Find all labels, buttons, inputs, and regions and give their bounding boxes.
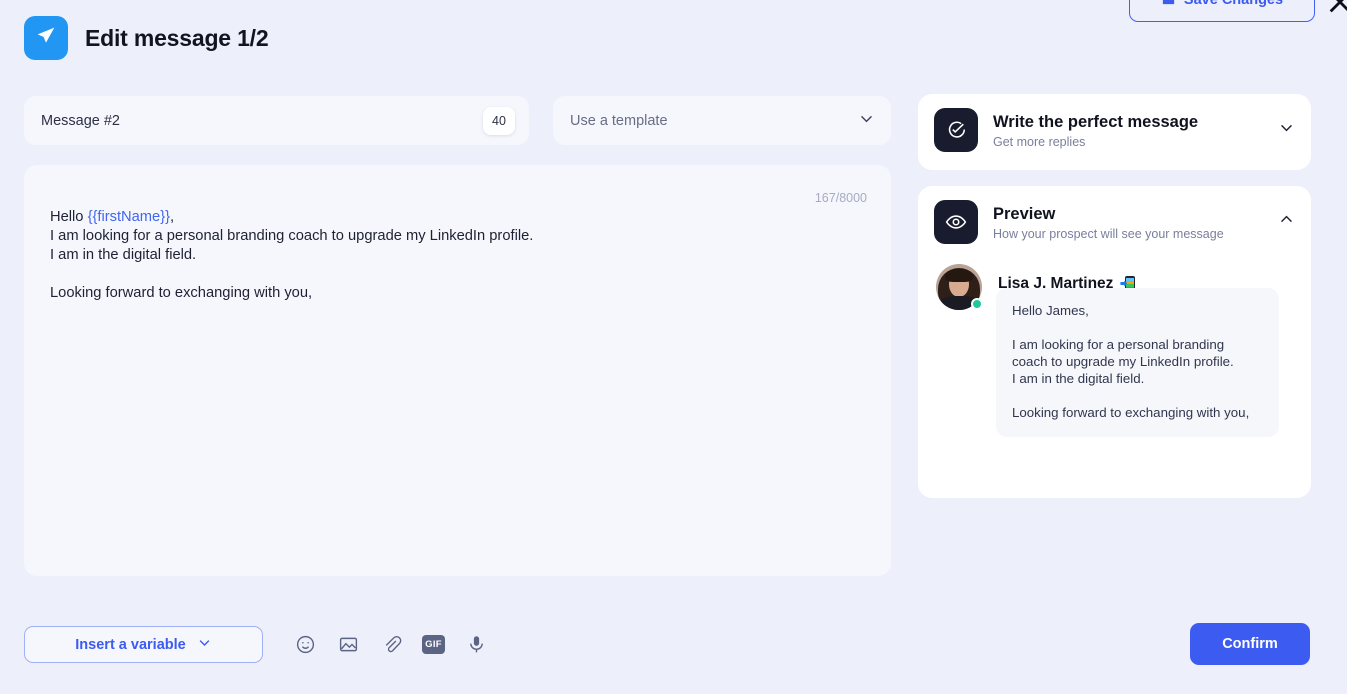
eye-icon — [934, 200, 978, 244]
editor-tools: GIF — [293, 632, 488, 656]
chevron-up-icon[interactable] — [1278, 211, 1295, 233]
character-counter: 167/8000 — [814, 191, 867, 205]
variable-token[interactable]: {{firstName}} — [88, 209, 170, 225]
preview-card: Preview How your prospect will see your … — [918, 186, 1311, 498]
confirm-button[interactable]: Confirm — [1190, 623, 1310, 665]
edit-message-modal: Edit message 1/2 Save Changes Message #2… — [0, 0, 1347, 694]
message-editor[interactable]: 167/8000 Hello {{firstName}}, I am looki… — [24, 165, 891, 576]
insert-variable-label: Insert a variable — [75, 636, 186, 653]
preview-card-title: Preview — [993, 204, 1056, 223]
save-disk-icon — [1161, 0, 1176, 10]
tips-card-header: Write the perfect message Get more repli… — [918, 94, 1311, 152]
app-logo — [24, 16, 68, 60]
preview-card-texts: Preview How your prospect will see your … — [993, 204, 1263, 241]
template-placeholder: Use a template — [570, 112, 668, 129]
insert-variable-button[interactable]: Insert a variable — [24, 626, 263, 663]
page-title: Edit message 1/2 — [85, 24, 269, 51]
chevron-down-icon[interactable] — [1278, 119, 1295, 141]
tips-card-title: Write the perfect message — [993, 112, 1199, 131]
message-name-field[interactable]: Message #2 40 — [24, 96, 529, 145]
greeting-prefix: Hello — [50, 209, 88, 225]
message-name-label: Message #2 — [41, 112, 120, 129]
send-plane-icon — [36, 26, 56, 51]
write-perfect-message-card[interactable]: Write the perfect message Get more repli… — [918, 94, 1311, 170]
image-icon[interactable] — [336, 632, 360, 656]
microphone-icon[interactable] — [464, 632, 488, 656]
editor-body-text: I am looking for a personal branding coa… — [50, 228, 534, 301]
greeting-suffix: , — [170, 209, 175, 225]
modal-header: Edit message 1/2 — [24, 16, 269, 60]
save-changes-label: Save Changes — [1183, 0, 1284, 8]
preview-card-subtitle: How your prospect will see your message — [993, 226, 1224, 241]
avatar — [936, 264, 983, 310]
preview-message-bubble: Hello James, I am looking for a personal… — [996, 288, 1279, 437]
tips-card-texts: Write the perfect message Get more repli… — [993, 112, 1263, 149]
emoji-icon[interactable] — [293, 632, 317, 656]
attachment-icon[interactable] — [379, 632, 403, 656]
message-count-badge: 40 — [483, 106, 515, 135]
chat-check-icon — [934, 108, 978, 152]
preview-card-header[interactable]: Preview How your prospect will see your … — [918, 186, 1311, 244]
editor-content[interactable]: Hello {{firstName}}, I am looking for a … — [50, 208, 865, 303]
preview-body: Lisa J. Martinez Hello James, I am looki… — [918, 244, 1311, 437]
chevron-down-icon — [197, 635, 212, 654]
status-badge — [971, 298, 983, 310]
tips-card-subtitle: Get more replies — [993, 134, 1086, 149]
chevron-down-icon — [858, 110, 875, 132]
save-changes-button[interactable]: Save Changes — [1129, 0, 1315, 22]
gif-icon[interactable]: GIF — [422, 634, 445, 654]
template-select[interactable]: Use a template — [553, 96, 891, 145]
close-icon[interactable] — [1326, 0, 1347, 16]
